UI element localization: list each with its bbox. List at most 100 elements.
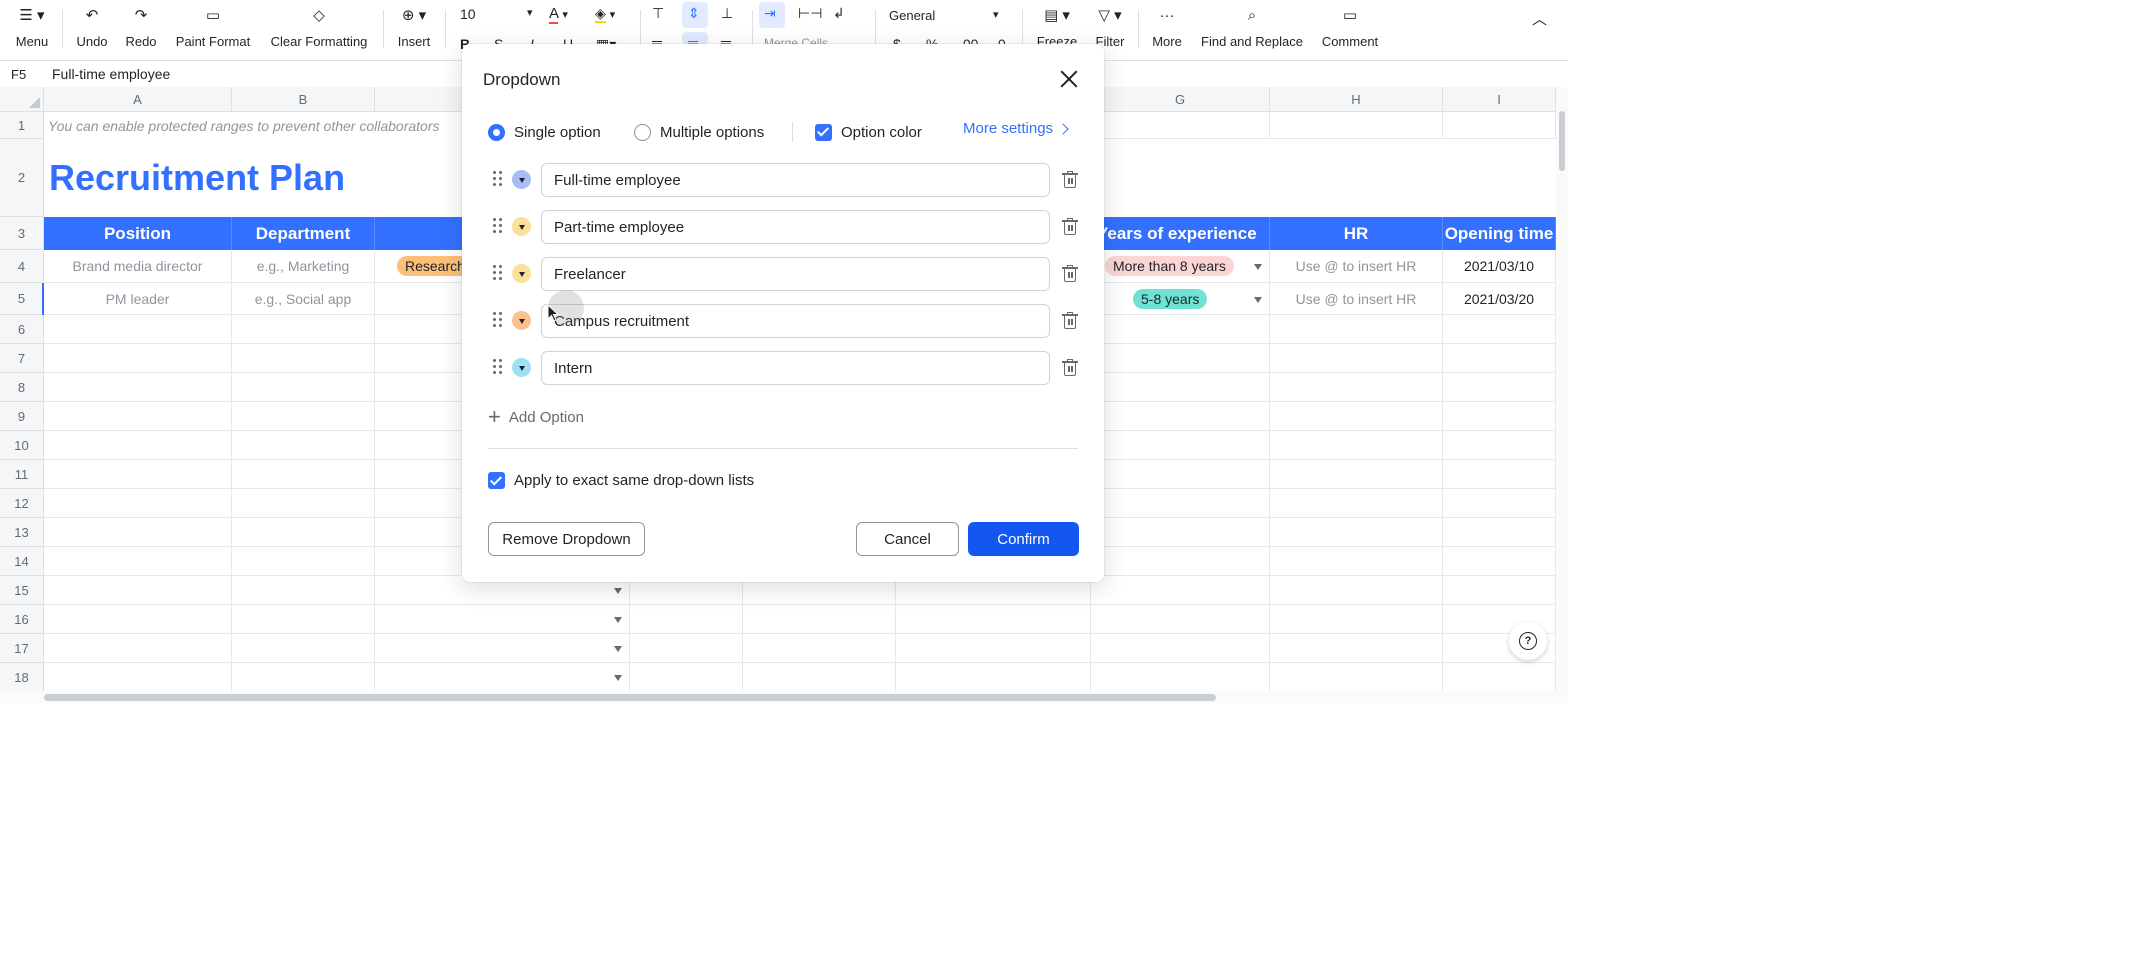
grid-cell[interactable] (1270, 431, 1443, 460)
row-header-9[interactable]: 9 (0, 402, 44, 431)
drag-handle-icon[interactable] (493, 359, 503, 375)
grid-cell[interactable] (232, 576, 375, 605)
grid-cell[interactable] (1091, 663, 1270, 691)
grid-cell[interactable] (1443, 663, 1556, 691)
grid-cell[interactable] (743, 605, 896, 634)
grid-cell[interactable] (1091, 315, 1270, 344)
grid-cell[interactable] (44, 634, 232, 663)
grid-cell[interactable] (44, 605, 232, 634)
grid-cell[interactable] (1091, 402, 1270, 431)
row-header-3[interactable]: 3 (0, 217, 44, 250)
option-input[interactable]: Campus recruitment (541, 304, 1050, 338)
grid-cell[interactable] (1091, 518, 1270, 547)
single-option-radio[interactable]: Single option (488, 120, 601, 144)
grid-cell[interactable] (896, 634, 1091, 663)
number-format-select[interactable]: General (889, 8, 935, 23)
grid-cell[interactable] (1443, 344, 1556, 373)
option-input[interactable]: Intern (541, 351, 1050, 385)
align-top-icon[interactable]: ⊤ (652, 5, 664, 22)
grid-cell[interactable] (375, 663, 630, 691)
formula-input[interactable]: Full-time employee (44, 66, 170, 82)
hr-cell[interactable]: Use @ to insert HR (1270, 283, 1443, 315)
grid-cell[interactable] (1091, 489, 1270, 518)
redo-button[interactable]: ↷ Redo (121, 0, 161, 60)
row-header-14[interactable]: 14 (0, 547, 44, 576)
collapse-toolbar-icon[interactable]: ︿ (1532, 8, 1547, 29)
grid-cell[interactable] (232, 431, 375, 460)
row-header-10[interactable]: 10 (0, 431, 44, 460)
trash-icon[interactable] (1062, 265, 1078, 283)
menu-button[interactable]: ☰ ▾ Menu (6, 0, 58, 60)
comment-button[interactable]: ▭ Comment (1318, 0, 1382, 60)
drag-handle-icon[interactable] (493, 265, 503, 281)
undo-button[interactable]: ↶ Undo (72, 0, 112, 60)
grid-cell[interactable] (1270, 315, 1443, 344)
grid-cell[interactable] (1443, 576, 1556, 605)
grid-cell[interactable] (1443, 518, 1556, 547)
grid-cell[interactable] (1270, 576, 1443, 605)
option-color-swatch[interactable] (512, 170, 531, 189)
grid-cell[interactable] (44, 460, 232, 489)
trash-icon[interactable] (1062, 171, 1078, 189)
align-bottom-icon[interactable]: ⊥ (721, 5, 733, 22)
grid-cell[interactable] (1270, 663, 1443, 691)
column-header-a[interactable]: A (44, 87, 232, 112)
grid-cell[interactable] (1443, 402, 1556, 431)
opening-time-cell[interactable]: 2021/03/10 (1443, 250, 1556, 283)
option-color-checkbox[interactable]: Option color (815, 120, 922, 144)
department-cell[interactable]: e.g., Social app (232, 283, 375, 315)
grid-cell[interactable] (44, 344, 232, 373)
font-size-select[interactable]: 10 (460, 6, 476, 22)
option-input[interactable]: Freelancer (541, 257, 1050, 291)
select-all-corner[interactable] (0, 87, 44, 112)
dropdown-arrow-icon[interactable] (614, 588, 622, 594)
vertical-scrollbar[interactable] (1556, 87, 1568, 691)
grid-cell[interactable] (1270, 112, 1443, 139)
position-cell[interactable]: Brand media director (44, 250, 232, 283)
grid-cell[interactable] (743, 634, 896, 663)
grid-cell[interactable] (1091, 373, 1270, 402)
grid-cell[interactable] (1443, 315, 1556, 344)
grid-cell[interactable] (375, 634, 630, 663)
grid-cell[interactable] (232, 518, 375, 547)
scroll-thumb[interactable] (1559, 111, 1565, 171)
grid-cell[interactable] (232, 634, 375, 663)
grid-cell[interactable] (1443, 460, 1556, 489)
grid-cell[interactable] (44, 489, 232, 518)
grid-cell[interactable] (232, 547, 375, 576)
horizontal-scrollbar[interactable] (0, 691, 1568, 703)
grid-cell[interactable] (1443, 373, 1556, 402)
department-cell[interactable]: e.g., Marketing (232, 250, 375, 283)
grid-cell[interactable] (44, 402, 232, 431)
grid-cell[interactable] (1091, 634, 1270, 663)
option-color-swatch[interactable] (512, 358, 531, 377)
grid-cell[interactable] (1270, 344, 1443, 373)
column-header-b[interactable]: B (232, 87, 375, 112)
row-header-2[interactable]: 2 (0, 139, 44, 217)
drag-handle-icon[interactable] (493, 218, 503, 234)
cancel-button[interactable]: Cancel (856, 522, 959, 556)
dropdown-arrow-icon[interactable] (614, 675, 622, 681)
grid-cell[interactable] (1091, 460, 1270, 489)
position-header[interactable]: Position (44, 217, 232, 250)
grid-cell[interactable] (630, 605, 743, 634)
grid-cell[interactable] (630, 634, 743, 663)
grid-cell[interactable] (232, 460, 375, 489)
grid-cell[interactable] (232, 663, 375, 691)
experience-header[interactable]: Years of experience (1091, 217, 1270, 250)
grid-cell[interactable] (1270, 634, 1443, 663)
grid-cell[interactable] (1443, 547, 1556, 576)
option-color-swatch[interactable] (512, 217, 531, 236)
trash-icon[interactable] (1062, 312, 1078, 330)
grid-cell[interactable] (232, 489, 375, 518)
grid-cell[interactable] (1270, 605, 1443, 634)
grid-cell[interactable] (896, 605, 1091, 634)
grid-cell[interactable] (232, 402, 375, 431)
row-header-6[interactable]: 6 (0, 315, 44, 344)
row-header-17[interactable]: 17 (0, 634, 44, 663)
experience-cell[interactable]: 5-8 years (1091, 283, 1270, 315)
multiple-options-radio[interactable]: Multiple options (634, 120, 764, 144)
hr-cell[interactable]: Use @ to insert HR (1270, 250, 1443, 283)
help-button[interactable]: ? (1509, 622, 1547, 660)
grid-cell[interactable] (1091, 112, 1270, 139)
